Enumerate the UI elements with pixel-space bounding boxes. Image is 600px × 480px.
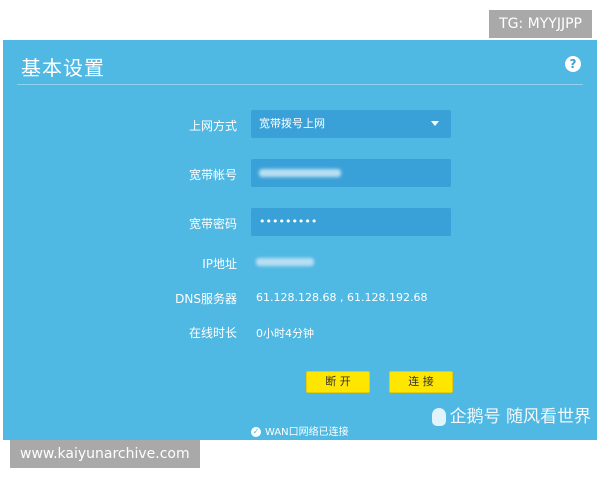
password-value: ••••••••• [259,215,318,228]
password-input[interactable]: ••••••••• [251,208,451,236]
tg-badge: TG: MYYJJPP [489,10,592,38]
dns-label: DNS服务器 [175,292,237,306]
watermark: 企鹅号 随风看世界 [431,402,591,427]
uptime-value: 0小时4分钟 [256,327,314,340]
account-value-redacted [259,169,341,177]
connection-mode-value: 宽带拨号上网 [259,117,325,130]
basic-settings-panel: 基本设置 ? 上网方式 宽带拨号上网 宽带帐号 宽带密码 ••••••••• I… [3,40,597,440]
wan-status-text: WAN口网络已连接 [265,427,349,438]
watermark-text: 企鹅号 随风看世界 [449,407,591,427]
ip-value [256,255,314,268]
connection-mode-select[interactable]: 宽带拨号上网 [251,110,451,138]
chevron-down-icon [431,121,439,126]
site-badge: www.kaiyunarchive.com [10,440,200,468]
account-label: 宽带帐号 [188,168,237,182]
ip-label: IP地址 [202,257,237,271]
disconnect-button[interactable]: 断 开 [306,371,370,393]
panel-title: 基本设置 [21,56,105,80]
help-icon[interactable]: ? [565,56,581,72]
connection-mode-label: 上网方式 [188,119,237,133]
password-label: 宽带密码 [188,217,237,231]
uptime-label: 在线时长 [188,326,237,340]
wan-status: ✓ WAN口网络已连接 [251,423,349,438]
account-input[interactable] [251,159,451,187]
connect-button[interactable]: 连 接 [389,371,453,393]
dns-value: 61.128.128.68 , 61.128.192.68 [256,291,428,304]
ip-value-redacted [256,258,314,266]
title-divider [17,84,583,85]
penguin-icon [431,408,446,426]
check-icon: ✓ [251,427,261,437]
